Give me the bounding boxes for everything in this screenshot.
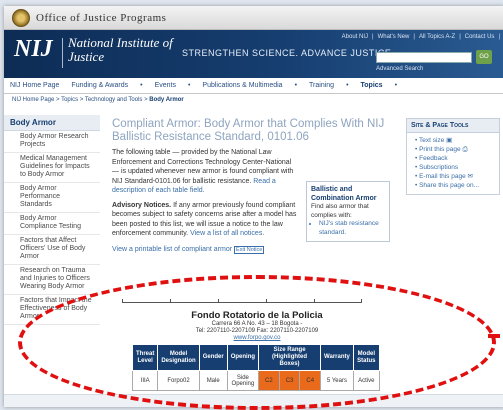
sidebar-item-standards[interactable]: Body Armor Performance Standards xyxy=(4,183,100,213)
sidebar-item-research[interactable]: Body Armor Research Projects xyxy=(4,131,100,153)
nav-dot: • xyxy=(187,82,191,89)
tagline: STRENGTHEN SCIENCE. ADVANCE JUSTICE. xyxy=(182,48,395,58)
advanced-search-link[interactable]: Advanced Search xyxy=(376,66,423,72)
about-nij-link[interactable]: About NIJ xyxy=(342,34,368,40)
nav-dot: • xyxy=(294,82,298,89)
highlight-dashed-ellipse xyxy=(18,275,496,410)
breadcrumb-trail[interactable]: NIJ Home Page > Topics > Technology and … xyxy=(12,97,149,103)
share-page-link[interactable]: • Share this page on... xyxy=(407,181,499,190)
text-size-control[interactable]: • Text size ▣ xyxy=(407,136,499,145)
site-page-tools: Site & Page Tools • Text size ▣ • Print … xyxy=(406,118,500,195)
sidebar-item-trauma[interactable]: Research on Trauma and Injuries to Offic… xyxy=(4,265,100,295)
sidebar-item-medical[interactable]: Medical Management Guidelines for Impact… xyxy=(4,153,100,183)
advisory-paragraph: Advisory Notices. If any armor previousl… xyxy=(112,201,302,239)
email-label: E-mail this page xyxy=(419,173,466,180)
separator: | xyxy=(372,34,374,40)
print-label: Print this page xyxy=(419,146,461,153)
subscriptions-label: Subscriptions xyxy=(419,164,459,171)
callout-heading: Ballistic and Combination Armor xyxy=(311,186,377,202)
sidebar-item-factors-use[interactable]: Factors that Affect Officers' Use of Bod… xyxy=(4,235,100,265)
share-label: Share this page on... xyxy=(419,182,480,189)
nav-funding[interactable]: Funding & Awards xyxy=(71,82,128,89)
nij-banner: NIJ National Institute of Justice STRENG… xyxy=(4,30,503,78)
breadcrumb-current: Body Armor xyxy=(149,97,184,103)
related-armor-callout: Ballistic and Combination Armor Find als… xyxy=(306,181,390,242)
stab-standard-link[interactable]: NIJ's stab resistance standard. xyxy=(319,220,385,237)
ojp-header: Office of Justice Programs xyxy=(4,6,503,30)
separator: | xyxy=(413,34,415,40)
separator: | xyxy=(459,34,461,40)
subscriptions-link[interactable]: • Subscriptions xyxy=(407,163,499,172)
page-title: Compliant Armor: Body Armor that Complie… xyxy=(112,118,385,143)
notices-link[interactable]: View a list of all notices. xyxy=(190,230,264,237)
sidebar-item-compliance[interactable]: Body Armor Compliance Testing xyxy=(4,213,100,235)
highlight-pointer-line xyxy=(488,334,500,338)
nij-logo[interactable]: NIJ xyxy=(14,36,53,63)
tools-heading: Site & Page Tools xyxy=(407,119,499,133)
nav-dot: • xyxy=(140,82,143,89)
nav-home[interactable]: NIJ Home Page xyxy=(10,82,59,89)
main-nav: NIJ Home Page Funding & Awards • Events … xyxy=(4,78,503,94)
printer-icon: ⎙ xyxy=(462,146,468,153)
email-icon: ✉ xyxy=(467,173,473,180)
print-list-row: View a printable list of compliant armor… xyxy=(112,245,390,254)
separator: | xyxy=(498,34,500,40)
main-content: Compliant Armor: Body Armor that Complie… xyxy=(112,118,390,254)
nav-publications[interactable]: Publications & Multimedia xyxy=(202,82,282,89)
logo-divider xyxy=(62,38,63,68)
text-size-label: Text size xyxy=(418,137,445,144)
nav-dot: • xyxy=(394,82,398,89)
search-input[interactable] xyxy=(376,52,472,63)
ojp-title[interactable]: Office of Justice Programs xyxy=(36,12,166,24)
topics-az-link[interactable]: All Topics A-Z xyxy=(419,34,455,40)
callout-text: Find also armor that complies with: xyxy=(311,203,369,219)
text-increase-icon[interactable]: ▣ xyxy=(446,137,452,144)
contact-us-link[interactable]: Contact Us xyxy=(465,34,495,40)
whats-new-link[interactable]: What's New xyxy=(378,34,410,40)
nav-training[interactable]: Training xyxy=(309,82,334,89)
feedback-label: Feedback xyxy=(419,155,448,162)
go-button[interactable]: GO xyxy=(476,50,492,64)
nav-topics[interactable]: Topics xyxy=(361,82,383,89)
print-page-link[interactable]: • Print this page ⎙ xyxy=(407,145,499,154)
nav-events[interactable]: Events xyxy=(155,82,176,89)
nij-full-name: National Institute of Justice xyxy=(68,35,173,64)
advisory-label: Advisory Notices. xyxy=(112,201,172,209)
exit-notice-badge[interactable]: Exit Notice xyxy=(234,245,265,254)
sidebar-heading[interactable]: Body Armor xyxy=(4,115,100,131)
intro-paragraph: The following table — provided by the Na… xyxy=(112,148,298,196)
email-page-link[interactable]: • E-mail this page ✉ xyxy=(407,172,499,181)
feedback-link[interactable]: • Feedback xyxy=(407,154,499,163)
sidebar: Body Armor Body Armor Research Projects … xyxy=(4,115,100,325)
nav-dot: • xyxy=(346,82,349,89)
breadcrumb: NIJ Home Page > Topics > Technology and … xyxy=(4,94,503,106)
printable-list-link[interactable]: View a printable list of compliant armor xyxy=(112,246,232,253)
doj-seal-icon xyxy=(12,8,30,27)
top-links: About NIJ | What's New | All Topics A-Z … xyxy=(342,34,500,40)
